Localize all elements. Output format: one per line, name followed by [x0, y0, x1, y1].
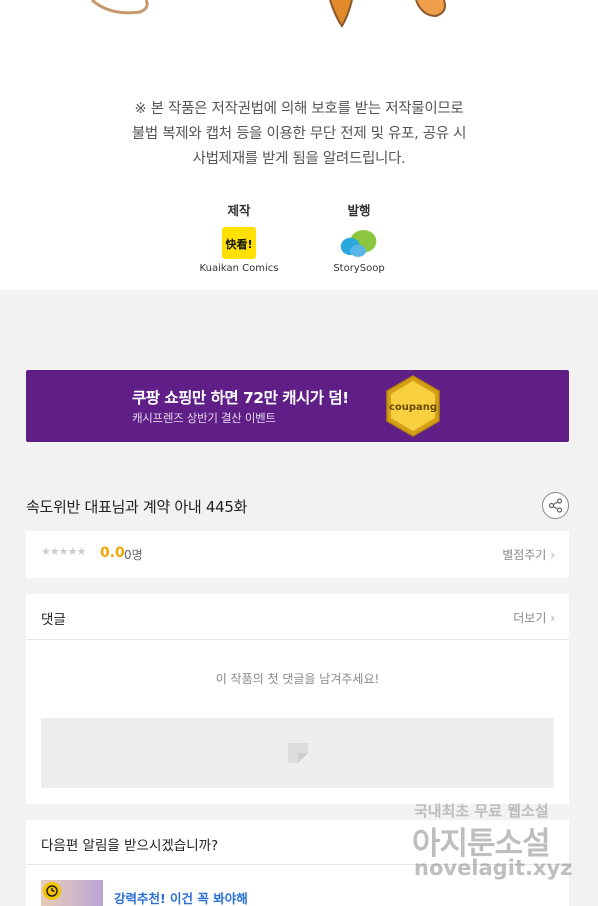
comment-input[interactable] [41, 718, 554, 788]
credit-publisher: 발행 StorySoop [317, 201, 401, 274]
share-button[interactable] [542, 492, 569, 519]
event-banner[interactable]: 쿠팡 쇼핑만 하면 72만 캐시가 덤! 캐시프렌즈 상반기 결산 이벤트 co… [26, 370, 569, 442]
rating-score: 0.0 [100, 545, 125, 561]
recommend-thumbnail[interactable] [41, 880, 103, 906]
watermark-line-3: novelagit.xyz [414, 856, 573, 880]
comments-title: 댓글 [41, 612, 66, 628]
copyright-section: ※ 본 작품은 저작권법에 의해 보호를 받는 저작물이므로 불법 복제와 캡처… [0, 0, 598, 290]
copyright-notice: ※ 본 작품은 저작권법에 의해 보호를 받는 저작물이므로 불법 복제와 캡처… [0, 97, 598, 172]
artwork-bottom-edge [91, 0, 446, 28]
comments-empty-message: 이 작품의 첫 댓글을 남겨주세요! [215, 672, 380, 686]
kuaikan-logo: 快看! [219, 225, 259, 261]
copyright-line-1: ※ 본 작품은 저작권법에 의해 보호를 받는 저작물이므로 [134, 101, 464, 117]
comments-more-label: 더보기 [513, 611, 547, 625]
chevron-right-icon: › [550, 611, 555, 625]
production-name: Kuaikan Comics [199, 263, 279, 274]
notify-question: 다음편 알림을 받으시겠습니까? [41, 838, 219, 854]
watermark: 국내최초 무료 웹소설 아지툰소설 novelagit.xyz [412, 798, 582, 888]
copyright-line-2: 불법 복제와 캡처 등을 이용한 무단 전제 및 유포, 공유 시 [131, 126, 467, 142]
rating-card: ★★★★★ 0.0 0명 별점주기 › [26, 531, 569, 578]
recommend-link[interactable]: 강력추천! 이건 꼭 봐야해 [114, 888, 248, 906]
publisher-name: StorySoop [333, 263, 385, 274]
production-label: 제작 [227, 203, 251, 218]
credits: 제작 快看! Kuaikan Comics 발행 StorySoop [0, 201, 598, 274]
credit-production: 제작 快看! Kuaikan Comics [197, 201, 281, 274]
coupang-badge-text: coupang [389, 402, 437, 413]
publisher-label: 발행 [347, 203, 371, 218]
copyright-line-3: 사법제재를 받게 됨을 알려드립니다. [192, 151, 406, 167]
edit-icon [288, 743, 308, 763]
rate-button-label: 별점주기 [502, 548, 547, 562]
rating-count: 0명 [124, 548, 143, 562]
clock-icon [43, 882, 61, 900]
comments-more-button[interactable]: 더보기 › [513, 609, 555, 626]
episode-title: 속도위반 대표님과 계약 아내 445화 [26, 498, 248, 516]
comments-card: 댓글 더보기 › 이 작품의 첫 댓글을 남겨주세요! [26, 594, 569, 804]
coupang-badge-icon: coupang [386, 375, 440, 437]
banner-subtitle: 캐시프렌즈 상반기 결산 이벤트 [132, 411, 276, 425]
kuaikan-logo-text: 快看! [224, 237, 252, 251]
rate-button[interactable]: 별점주기 › [502, 546, 555, 563]
banner-title: 쿠팡 쇼핑만 하면 72만 캐시가 덤! [132, 389, 349, 407]
divider [26, 639, 569, 640]
storysoop-logo [339, 225, 379, 261]
rating-stars: ★★★★★ [41, 545, 86, 558]
chevron-right-icon: › [550, 548, 555, 562]
share-icon [548, 498, 563, 513]
